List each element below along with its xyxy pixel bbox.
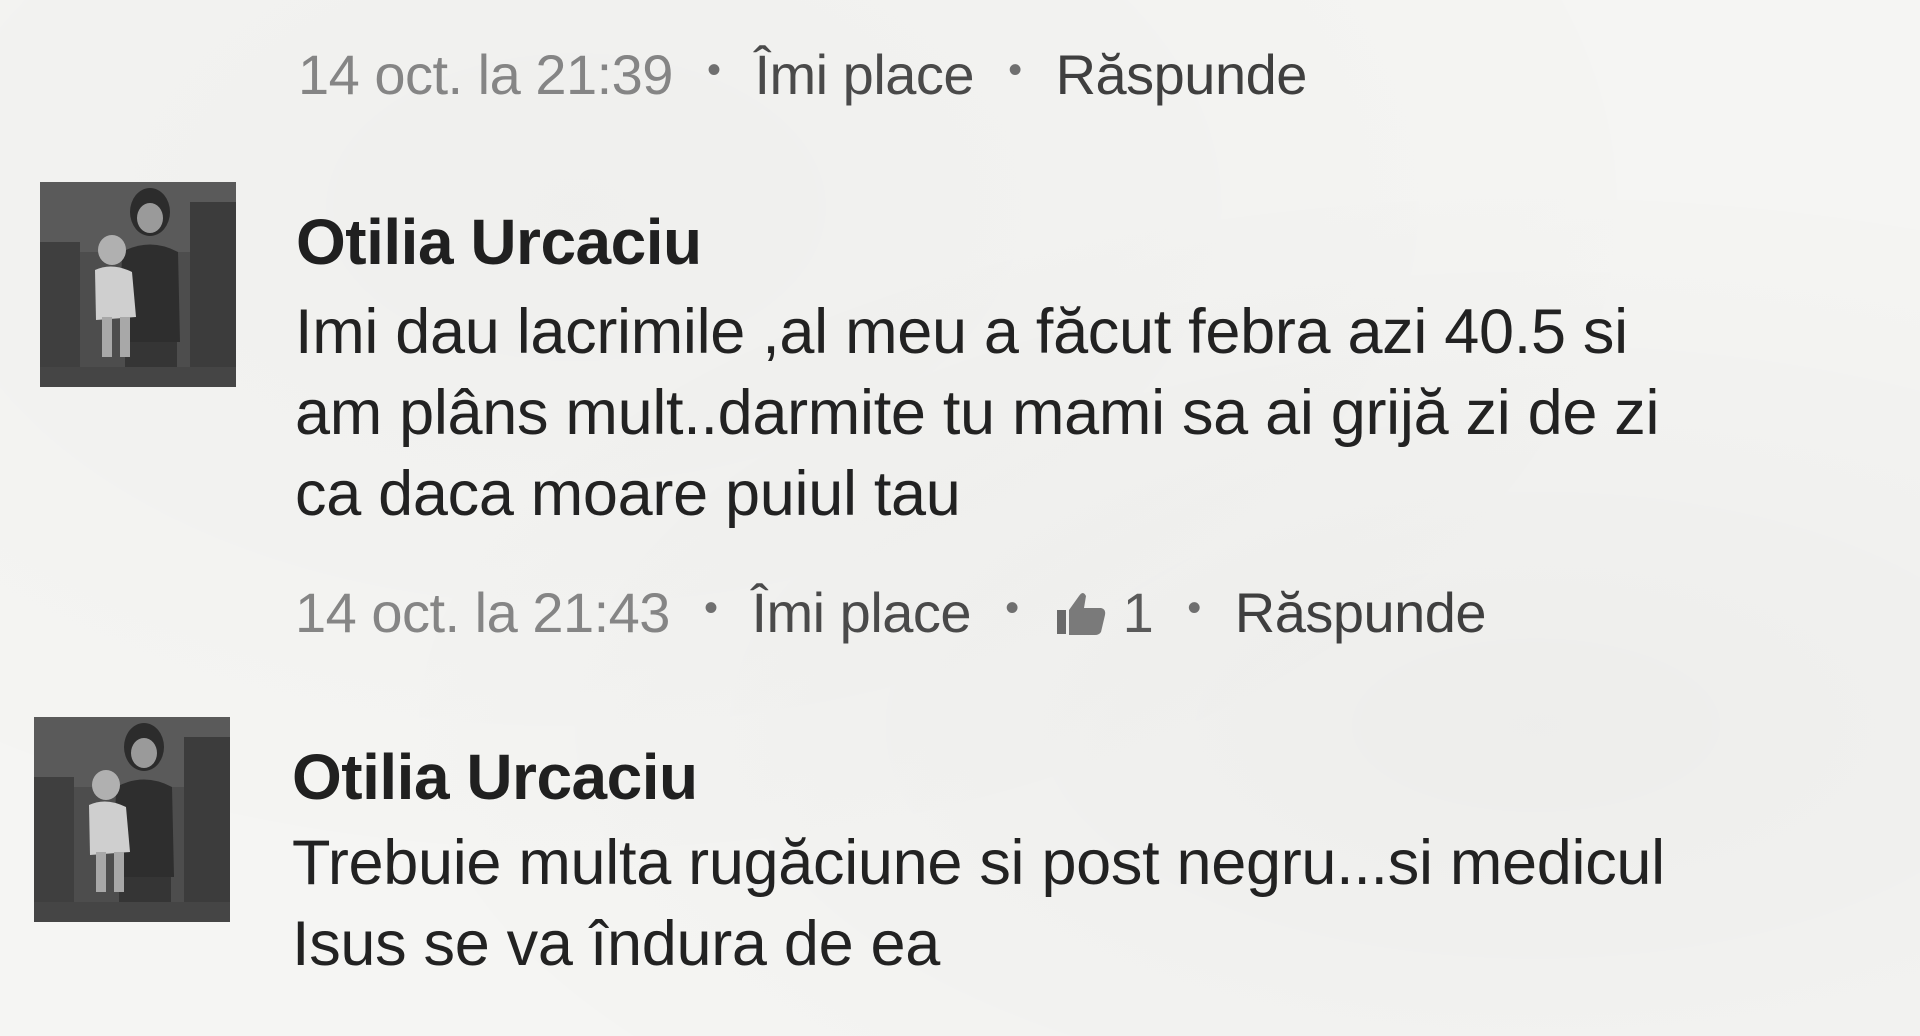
separator-dot: • [1005,586,1019,630]
like-count-value: 1 [1122,581,1154,644]
like-link[interactable]: Îmi place [751,580,971,645]
comment-text-line: Trebuie multa rugăciune si post negru...… [292,828,1665,898]
comment-timestamp[interactable]: 14 oct. la 21:43 [295,580,670,645]
avatar[interactable] [40,182,236,387]
comment-text: Trebuie multa rugăciune si post negru...… [292,823,1665,985]
reply-link[interactable]: Răspunde [1056,42,1308,107]
comment-meta-row: 14 oct. la 21:43 • Îmi place • 1 • Răspu… [295,580,1487,645]
comment-text-line: ca daca moare puiul tau [295,459,961,529]
separator-dot: • [703,586,718,630]
separator-dot: • [1008,48,1022,92]
like-count[interactable]: 1 [1053,580,1154,645]
reply-link[interactable]: Răspunde [1235,580,1487,645]
profile-photo-icon [40,182,236,387]
comment-text-line: Isus se va îndura de ea [292,909,941,979]
comment-meta-row: 14 oct. la 21:39 • Îmi place • Răspunde [298,42,1307,107]
comment-timestamp[interactable]: 14 oct. la 21:39 [298,42,673,107]
comment-text: Imi dau lacrimile ,al meu a făcut febra … [295,292,1659,535]
comment-text-line: Imi dau lacrimile ,al meu a făcut febra … [295,297,1628,367]
comment-text-line: am plâns mult..darmite tu mami sa ai gri… [295,378,1660,448]
like-link[interactable]: Îmi place [754,42,974,107]
thumbs-up-icon [1056,592,1105,635]
separator-dot: • [706,48,721,92]
profile-photo-icon [34,717,230,922]
avatar[interactable] [34,717,230,922]
comment-author[interactable]: Otilia Urcaciu [292,740,698,814]
comments-page: 14 oct. la 21:39 • Îmi place • Răspunde [0,0,1920,1036]
separator-dot: • [1187,586,1201,630]
comment-author[interactable]: Otilia Urcaciu [296,205,702,279]
